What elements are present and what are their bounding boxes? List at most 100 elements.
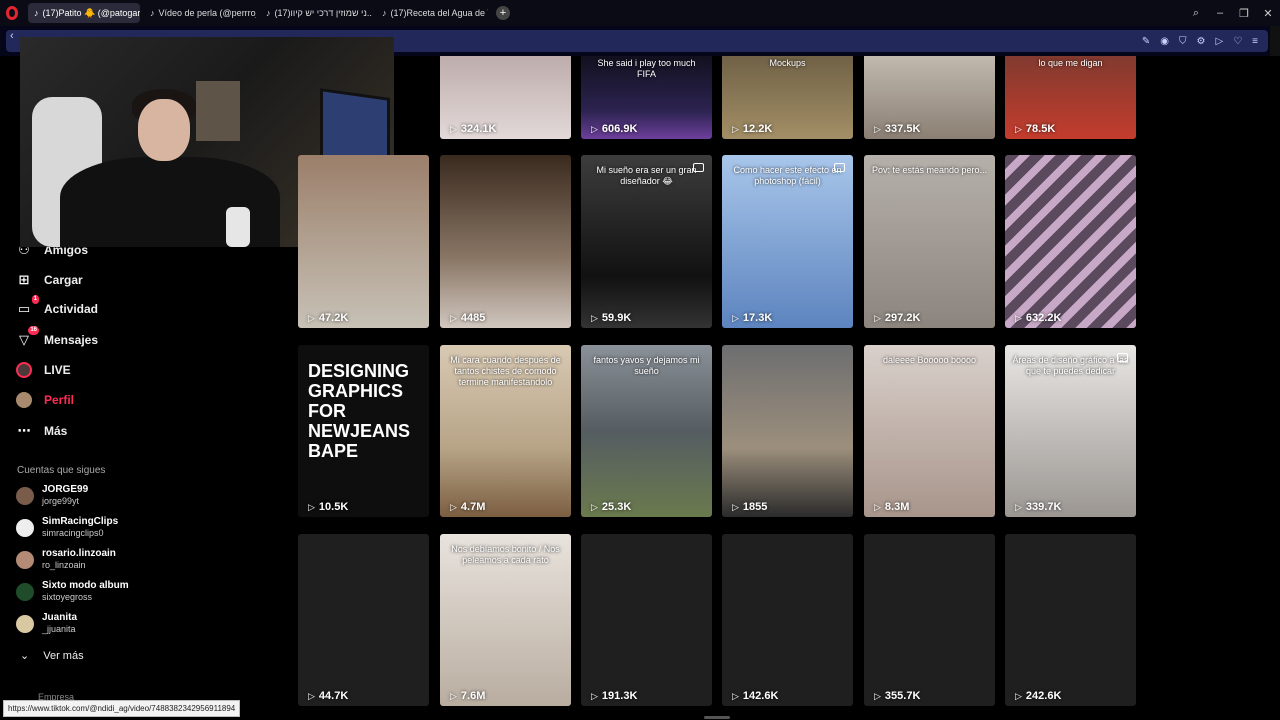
tiktok-icon: ♪: [150, 8, 155, 18]
view-count: ▷ 47.2K: [308, 312, 349, 324]
maximize-button[interactable]: ❐: [1232, 7, 1256, 20]
video-card[interactable]: lo que me digan ▷ 78.5K: [1005, 56, 1136, 139]
tiktok-icon: ♪: [266, 8, 271, 18]
video-card[interactable]: Pov: te estás meando pero... ▷ 297.2K: [864, 155, 995, 328]
video-card[interactable]: ▷ 632.2K: [1005, 155, 1136, 328]
video-caption: Como hacer este efecto en photoshop (fác…: [733, 165, 842, 186]
video-card[interactable]: ▷ 324.1K: [440, 56, 571, 139]
view-count: ▷ 17.3K: [732, 312, 773, 324]
play-icon: ▷: [450, 123, 457, 134]
browser-tab[interactable]: ♪(17)Patito 🐥 (@patogarc...: [28, 3, 140, 23]
account-name: rosario.linzoain: [42, 548, 116, 559]
video-card[interactable]: ▷ 355.7K: [864, 534, 995, 706]
video-caption: Mi sueño era ser un gran diseñador 😂: [596, 165, 697, 186]
video-card[interactable]: She said i play too much FIFA ▷ 606.9K: [581, 56, 712, 139]
new-tab-button[interactable]: +: [496, 6, 510, 20]
view-count: ▷ 606.9K: [591, 123, 638, 135]
play-icon: ▷: [874, 501, 881, 512]
video-card[interactable]: ▷ 142.6K: [722, 534, 853, 706]
nav-perfil[interactable]: Perfil: [16, 392, 74, 408]
nav-mensajes[interactable]: ▽ 16 Mensajes: [16, 326, 98, 348]
tiktok-icon: ♪: [34, 8, 39, 18]
account-username: simracingclips0: [42, 528, 104, 538]
video-card[interactable]: ▷ 47.2K: [298, 155, 429, 328]
browser-tab[interactable]: ♪Vídeo de perla (@perrroja...: [144, 3, 256, 23]
live-avatar: [16, 362, 32, 378]
shield-icon[interactable]: ⛉: [1179, 36, 1187, 47]
browser-tab[interactable]: ♪(17)Receta del Agua de Te...: [376, 3, 488, 23]
account-avatar: [16, 486, 34, 505]
browser-tab[interactable]: ♪(17)ני שמוזין דרכי יש קיוו...: [260, 3, 372, 23]
play-icon: ▷: [732, 312, 739, 323]
video-card[interactable]: fantos yavos y dejamos mi sueño ▷ 25.3K: [581, 345, 712, 517]
video-card[interactable]: ▷ 242.6K: [1005, 534, 1136, 706]
video-caption: Áreas de diseño gráfico a las que te pue…: [1012, 355, 1129, 376]
back-icon[interactable]: ‹: [10, 30, 14, 42]
video-card[interactable]: Nos debíamos bonito / Nos peleamos a cad…: [440, 534, 571, 706]
view-count: ▷ 78.5K: [1015, 123, 1056, 135]
video-card[interactable]: ▷ 44.7K: [298, 534, 429, 706]
heart-icon[interactable]: ♡: [1233, 36, 1242, 47]
video-card[interactable]: Mockups ▷ 12.2K: [722, 56, 853, 139]
account-text: JORGE99 jorge99yt: [42, 484, 88, 507]
view-count: ▷ 191.3K: [591, 690, 638, 702]
following-account[interactable]: JORGE99 jorge99yt: [16, 484, 88, 507]
nav-cargar[interactable]: ⊞ Cargar: [16, 272, 83, 288]
search-icon[interactable]: ⌕: [1184, 7, 1208, 20]
messages-icon: ▽ 16: [19, 326, 39, 347]
following-account[interactable]: SimRacingClips simracingclips0: [16, 516, 118, 539]
extension-icon[interactable]: ⚙: [1197, 36, 1206, 47]
video-caption: fantos yavos y dejamos mi sueño: [593, 355, 700, 376]
play-icon[interactable]: ▷: [1215, 36, 1223, 47]
nav-actividad[interactable]: ▭ 1 Actividad: [16, 295, 98, 317]
play-icon: ▷: [1015, 690, 1022, 701]
view-count: ▷ 1855: [732, 501, 768, 513]
close-button[interactable]: ✕: [1256, 7, 1280, 20]
view-count: ▷ 297.2K: [874, 312, 921, 324]
nav-live[interactable]: LIVE: [16, 362, 71, 378]
video-caption: Mi cara cuando después de tantos chistes…: [450, 355, 561, 387]
image-post-icon: [834, 163, 845, 172]
video-card[interactable]: ▷ 1855: [722, 345, 853, 517]
sidebar-strip: [1270, 26, 1280, 56]
play-icon: ▷: [308, 501, 315, 512]
view-count: ▷ 337.5K: [874, 123, 921, 135]
menu-icon[interactable]: ≡: [1252, 36, 1258, 47]
video-card[interactable]: Áreas de diseño gráfico a las que te pue…: [1005, 345, 1136, 517]
following-account[interactable]: rosario.linzoain ro_linzoain: [16, 548, 116, 571]
video-card[interactable]: daleeee Booooo boooo ▷ 8.3M: [864, 345, 995, 517]
view-count: ▷ 339.7K: [1015, 501, 1062, 513]
play-icon: ▷: [732, 690, 739, 701]
view-count: ▷ 4.7M: [450, 501, 486, 513]
account-text: rosario.linzoain ro_linzoain: [42, 548, 116, 571]
see-more-button[interactable]: ⌄ Ver más: [20, 649, 84, 663]
cup: [226, 207, 250, 247]
account-username: _jjuanita: [42, 624, 76, 634]
minimize-button[interactable]: –: [1208, 7, 1232, 19]
video-card[interactable]: DESIGNING GRAPHICS FOR NEWJEANS BAPE ▷ 10.…: [298, 345, 429, 517]
view-count: ▷ 4485: [450, 312, 486, 324]
tiktok-icon: ♪: [382, 8, 387, 18]
camera-icon[interactable]: ◉: [1160, 36, 1169, 47]
browser-tab-bar: ♪(17)Patito 🐥 (@patogarc... ♪Vídeo de pe…: [0, 0, 1280, 26]
play-icon: ▷: [450, 312, 457, 323]
video-card[interactable]: ▷ 191.3K: [581, 534, 712, 706]
video-card[interactable]: Como hacer este efecto en photoshop (fác…: [722, 155, 853, 328]
nav-mas[interactable]: ⋯ Más: [16, 423, 68, 439]
view-count: ▷ 44.7K: [308, 690, 349, 702]
video-card[interactable]: Mi cara cuando después de tantos chistes…: [440, 345, 571, 517]
play-icon: ▷: [308, 690, 315, 701]
view-count: ▷ 242.6K: [1015, 690, 1062, 702]
edit-icon[interactable]: ✎: [1142, 36, 1150, 47]
scrollbar[interactable]: [704, 716, 730, 719]
opera-logo[interactable]: [0, 0, 24, 26]
play-icon: ▷: [874, 690, 881, 701]
view-count: ▷ 7.6M: [450, 690, 486, 702]
video-card[interactable]: Mi sueño era ser un gran diseñador 😂 ▷ 59.…: [581, 155, 712, 328]
account-avatar: [16, 518, 34, 537]
video-card[interactable]: ▷ 4485: [440, 155, 571, 328]
following-account[interactable]: Sixto modo album sixtoyegross: [16, 580, 129, 603]
following-account[interactable]: Juanita _jjuanita: [16, 612, 77, 635]
notification-badge: 16: [28, 326, 39, 335]
video-card[interactable]: ▷ 337.5K: [864, 56, 995, 139]
